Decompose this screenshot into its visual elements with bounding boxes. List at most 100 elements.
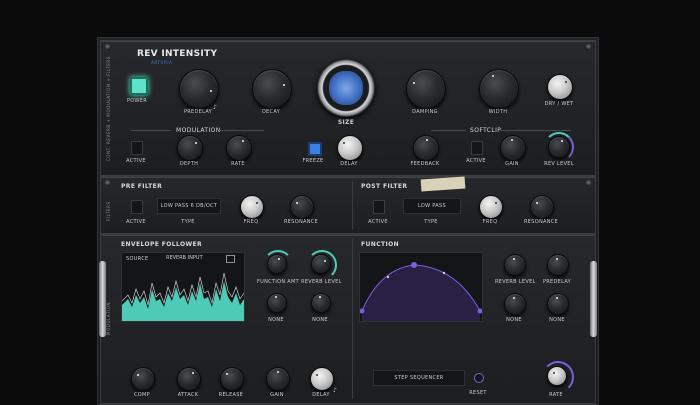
power-button[interactable]: [130, 77, 148, 95]
freeze-button[interactable]: [308, 142, 322, 156]
envelope-follower-title: ENVELOPE FOLLOWER: [121, 241, 203, 248]
function-amt-knob[interactable]: [267, 254, 287, 274]
modulation-title: MODULATION: [176, 127, 221, 134]
screw: [105, 180, 110, 185]
reverb-side-label: CONT. REVERB + MODULATION + FILTERS: [106, 56, 111, 161]
feedback-knob[interactable]: [413, 135, 439, 161]
size-knob[interactable]: [317, 59, 375, 117]
note-icon: ♪: [213, 104, 217, 111]
release-label: RELEASE: [218, 392, 244, 398]
rate-knob[interactable]: [226, 135, 252, 161]
none-label-3: NONE: [506, 317, 522, 323]
predelay-right-label: PREDELAY: [542, 279, 572, 285]
feedback-label: FEEDBACK: [410, 161, 440, 167]
softclip-active-button[interactable]: [471, 141, 483, 155]
pre-filter-resonance-label: RESONANCE: [284, 219, 318, 225]
none-knob-2[interactable]: [311, 293, 331, 313]
none-knob-3[interactable]: [504, 293, 526, 315]
pre-filter-resonance-knob[interactable]: [290, 195, 314, 219]
pre-filter-type-select[interactable]: LOW PASS 6 DB/OCT: [157, 198, 221, 214]
predelay-label: PREDELAY: [183, 109, 213, 115]
pre-filter-active-label: ACTIVE: [126, 219, 146, 225]
post-filter-active-button[interactable]: [373, 200, 385, 214]
post-filter-freq-knob[interactable]: [479, 195, 503, 219]
rev-level-knob[interactable]: [548, 136, 570, 158]
modulation-panel: MODULATION ENVELOPE FOLLOWER SOURCE REVE…: [99, 234, 597, 404]
rate-function-label: RATE: [549, 392, 563, 398]
predelay-right-knob[interactable]: [547, 254, 569, 276]
gain-knob[interactable]: [500, 135, 526, 161]
post-filter-freq-label: FREQ: [482, 219, 498, 225]
function-amt-label: FUNCTION AMT: [257, 279, 299, 285]
gain-bottom-label: GAIN: [270, 392, 284, 398]
function-display[interactable]: [359, 252, 483, 322]
damping-label: DAMPING: [412, 109, 438, 115]
predelay-knob[interactable]: [179, 69, 219, 109]
comp-label: COMP: [134, 392, 150, 398]
attack-knob[interactable]: [177, 367, 201, 391]
function-curve: [360, 262, 482, 321]
dry-wet-label: DRY / WET: [544, 101, 574, 107]
reverb-panel: CONT. REVERB + MODULATION + FILTERS REV …: [100, 40, 596, 176]
filters-side-label: FILTERS: [106, 201, 111, 221]
freeze-label: FREEZE: [302, 158, 324, 164]
softclip-rule-left: [431, 130, 466, 131]
release-knob[interactable]: [220, 367, 244, 391]
damping-knob[interactable]: [406, 69, 446, 109]
decay-label: DECAY: [261, 109, 281, 115]
gain-label: GAIN: [505, 161, 519, 167]
function-title: FUNCTION: [361, 241, 400, 248]
attack-label: ATTACK: [177, 392, 199, 398]
pre-filter-freq-knob[interactable]: [240, 195, 264, 219]
reverb-level-left-knob[interactable]: [311, 254, 331, 274]
post-filter-active-label: ACTIVE: [368, 219, 388, 225]
depth-knob[interactable]: [177, 135, 203, 161]
delay-bottom-knob[interactable]: [310, 367, 334, 391]
rate-knob-function[interactable]: [547, 366, 567, 386]
brand-label: ARTURIA: [151, 60, 173, 65]
modulation-rule-right: [219, 130, 264, 131]
size-label: SIZE: [337, 119, 355, 126]
post-filter-type-select[interactable]: LOW PASS: [403, 198, 461, 214]
pre-filter-title: PRE FILTER: [121, 183, 163, 190]
none-label-2: NONE: [312, 317, 328, 323]
reverb-level-left-label: REVERB LEVEL: [301, 279, 342, 285]
width-label: WIDTH: [488, 109, 508, 115]
reverb-level-right-knob[interactable]: [504, 254, 526, 276]
softclip-title: SOFTCLIP: [470, 127, 502, 134]
filters-panel: FILTERS PRE FILTER ACTIVE LOW PASS 6 DB/…: [100, 176, 596, 234]
none-knob-4[interactable]: [547, 293, 569, 315]
comp-knob[interactable]: [131, 367, 155, 391]
mod-active-button[interactable]: [131, 141, 143, 155]
reset-button[interactable]: [474, 373, 484, 383]
width-knob[interactable]: [479, 69, 519, 109]
plugin-rack: CONT. REVERB + MODULATION + FILTERS REV …: [97, 37, 599, 405]
decay-knob[interactable]: [252, 69, 292, 109]
delay-label: DELAY: [340, 161, 358, 167]
none-knob-1[interactable]: [267, 293, 287, 313]
none-label-1: NONE: [268, 317, 284, 323]
right-rack-handle: [590, 261, 597, 337]
pre-filter-type-label: TYPE: [181, 219, 195, 225]
delay-knob[interactable]: [337, 135, 363, 161]
reset-label: RESET: [469, 390, 487, 396]
post-filter-type-label: TYPE: [424, 219, 438, 225]
envelope-display: SOURCE REVERB INPUT: [121, 252, 245, 322]
screw: [105, 44, 110, 49]
rate-label: RATE: [231, 161, 245, 167]
pre-filter-active-button[interactable]: [131, 200, 143, 214]
dry-wet-knob[interactable]: [547, 74, 573, 100]
delay-bottom-label: DELAY: [312, 392, 330, 398]
post-filter-title: POST FILTER: [361, 183, 408, 190]
note-icon: ♪: [333, 387, 337, 394]
screw: [586, 44, 591, 49]
section-divider: [352, 239, 353, 399]
depth-label: DEPTH: [179, 161, 199, 167]
none-label-4: NONE: [549, 317, 565, 323]
modulation-side-label: MODULATION: [106, 301, 111, 335]
post-filter-resonance-knob[interactable]: [530, 195, 554, 219]
filter-divider: [352, 181, 353, 229]
modulation-rule-left: [131, 130, 171, 131]
step-sequencer-select[interactable]: STEP SEQUENCER: [373, 370, 465, 386]
gain-bottom-knob[interactable]: [266, 367, 290, 391]
